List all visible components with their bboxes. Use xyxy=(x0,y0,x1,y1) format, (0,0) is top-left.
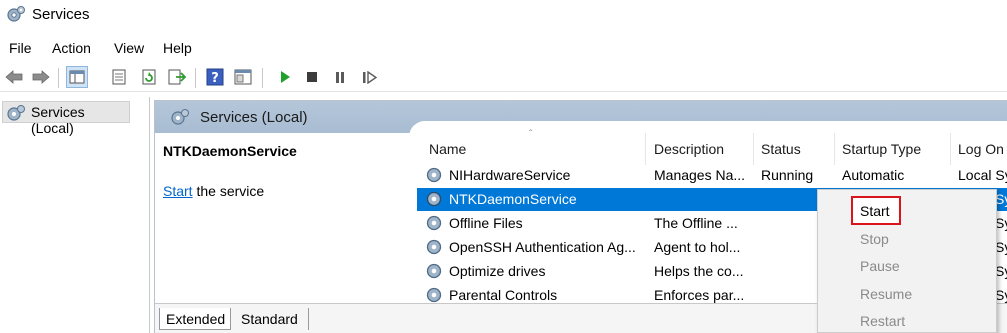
export-list-icon[interactable] xyxy=(166,66,188,88)
cell-name: Parental Controls xyxy=(449,287,558,303)
cell-name: OpenSSH Authentication Ag... xyxy=(449,239,636,255)
service-gear-icon xyxy=(426,287,442,303)
table-row[interactable]: NIHardwareService Manages Na... Running … xyxy=(417,164,1007,187)
services-gear-icon xyxy=(7,6,25,22)
column-divider xyxy=(753,133,754,165)
cell-startup-type: Automatic xyxy=(842,167,905,183)
start-service-link[interactable]: Start xyxy=(163,183,193,199)
menu-help[interactable]: Help xyxy=(163,40,192,56)
service-gear-icon xyxy=(426,167,442,183)
services-gear-icon xyxy=(7,105,25,121)
tree-item-label: Services (Local) xyxy=(31,104,85,136)
context-menu-restart[interactable]: Restart xyxy=(860,313,905,329)
refresh-icon[interactable] xyxy=(138,66,160,88)
show-hide-tree-icon[interactable] xyxy=(66,66,88,88)
cell-description: Enforces par... xyxy=(654,287,745,303)
cell-log-on: Local Sy xyxy=(958,167,1007,183)
console-view-icon[interactable] xyxy=(232,66,254,88)
context-menu-start[interactable]: Start xyxy=(860,203,890,219)
cell-name: Offline Files xyxy=(449,215,523,231)
toolbar-separator xyxy=(195,68,196,88)
help-icon[interactable]: ? xyxy=(204,66,226,88)
stop-icon[interactable] xyxy=(301,66,323,88)
forward-icon[interactable] xyxy=(30,66,52,88)
cell-name: NTKDaemonService xyxy=(449,191,577,207)
start-service-suffix: the service xyxy=(192,183,265,199)
toolbar: ? xyxy=(0,64,1007,92)
cell-name: Optimize drives xyxy=(449,263,546,279)
toolbar-separator xyxy=(262,68,263,88)
cell-description: Agent to hol... xyxy=(654,239,741,255)
column-header-log-on[interactable]: Log On xyxy=(958,141,1004,157)
context-menu-resume[interactable]: Resume xyxy=(860,286,912,302)
menu-bar: File Action View Help xyxy=(0,36,1007,60)
resume-icon[interactable] xyxy=(358,66,380,88)
cell-status: Running xyxy=(761,167,814,183)
service-gear-icon xyxy=(426,215,442,231)
properties-icon[interactable] xyxy=(108,66,130,88)
pause-icon[interactable] xyxy=(329,66,351,88)
title-bar: Services xyxy=(0,0,1007,32)
cell-description: Manages Na... xyxy=(654,167,746,183)
sort-caret-icon: ˆ xyxy=(529,129,533,140)
selected-service-title: NTKDaemonService xyxy=(163,143,297,159)
menu-action[interactable]: Action xyxy=(52,40,91,56)
tab-standard[interactable]: Standard xyxy=(235,308,309,330)
panel-title: Services (Local) xyxy=(200,109,308,126)
console-tree: Services (Local) xyxy=(0,97,150,333)
back-icon[interactable] xyxy=(3,66,25,88)
column-divider xyxy=(950,133,951,165)
cell-description: Helps the co... xyxy=(654,263,744,279)
toolbar-separator xyxy=(58,68,59,88)
service-gear-icon xyxy=(426,191,442,207)
window-title: Services xyxy=(32,6,90,23)
start-service-text: Start the service xyxy=(163,183,264,199)
menu-file[interactable]: File xyxy=(9,40,32,56)
play-icon[interactable] xyxy=(274,66,296,88)
context-menu: Start Stop Pause Resume Restart xyxy=(817,189,997,333)
context-menu-stop[interactable]: Stop xyxy=(860,231,889,247)
service-gear-icon xyxy=(426,263,442,279)
services-gear-icon xyxy=(171,109,189,125)
extended-description-pane: NTKDaemonService Start the service xyxy=(155,133,413,303)
column-header-name[interactable]: Name xyxy=(429,141,466,157)
cell-description: The Offline ... xyxy=(654,215,738,231)
column-header-description[interactable]: Description xyxy=(654,141,724,157)
cell-name: NIHardwareService xyxy=(449,167,571,183)
column-header-startup-type[interactable]: Startup Type xyxy=(842,141,921,157)
column-header-status[interactable]: Status xyxy=(761,141,801,157)
column-divider xyxy=(834,133,835,165)
tree-item-services-local[interactable]: Services (Local) xyxy=(2,101,130,136)
column-divider xyxy=(645,133,646,165)
svg-text:?: ? xyxy=(211,71,219,86)
menu-view[interactable]: View xyxy=(114,40,144,56)
tab-extended[interactable]: Extended xyxy=(159,308,231,330)
context-menu-pause[interactable]: Pause xyxy=(860,258,900,274)
service-gear-icon xyxy=(426,239,442,255)
